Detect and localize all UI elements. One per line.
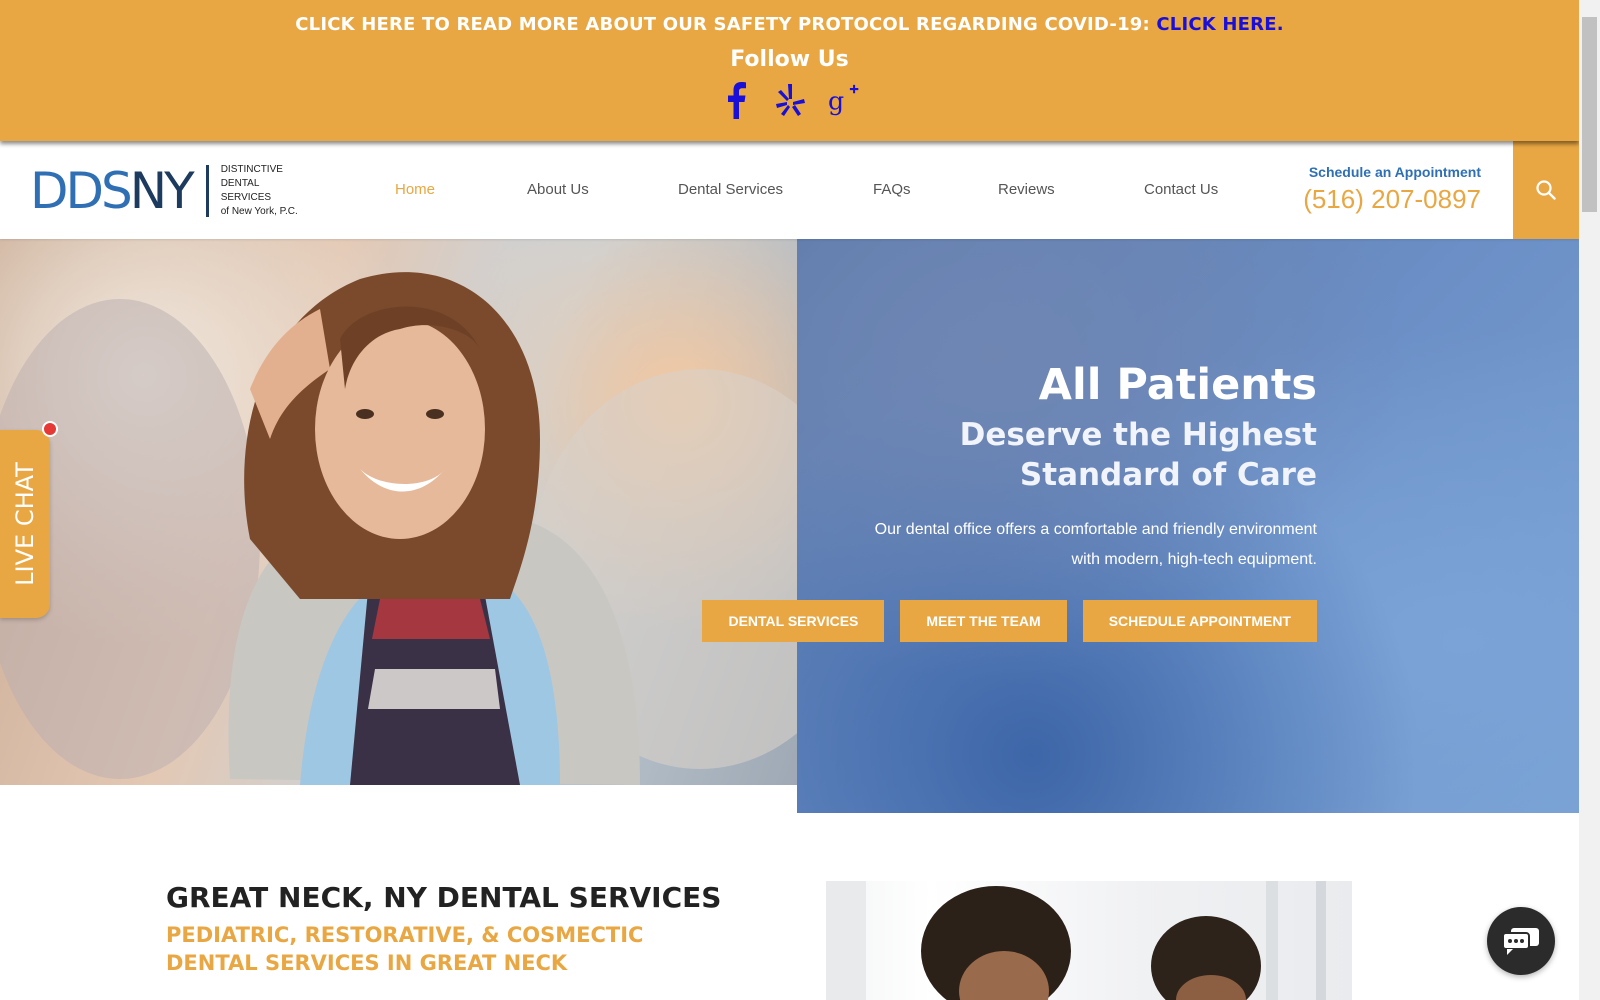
- page-scrollbar[interactable]: [1579, 0, 1600, 1000]
- appointment-block: Schedule an Appointment (516) 207-0897: [1303, 164, 1481, 215]
- section-title: GREAT NECK, NY DENTAL SERVICES: [166, 881, 722, 914]
- logo-dds: DDS: [30, 162, 133, 220]
- logo-tagline: DISTINCTIVE DENTAL SERVICES of New York,…: [221, 163, 298, 219]
- logo-ny: NY: [129, 162, 195, 220]
- hero-description-line: Our dental office offers a comfortable a…: [874, 521, 1317, 538]
- social-links: g: [0, 80, 1579, 120]
- phone-number[interactable]: (516) 207-0897: [1303, 184, 1481, 215]
- facebook-icon[interactable]: [720, 80, 752, 120]
- nav-home[interactable]: Home: [395, 181, 435, 198]
- logo-tagline-line: SERVICES: [220, 192, 272, 203]
- logo-divider: [205, 165, 209, 217]
- section-subtitle-line: PEDIATRIC, RESTORATIVE, & COSMECTIC: [166, 923, 644, 947]
- svg-text:g: g: [828, 86, 844, 115]
- covid-notice: CLICK HERE TO READ MORE ABOUT OUR SAFETY…: [0, 14, 1579, 35]
- section-photo: [826, 881, 1352, 1000]
- chat-icon: [1502, 928, 1539, 955]
- scrollbar-thumb[interactable]: [1582, 17, 1597, 212]
- chat-widget-button[interactable]: [1487, 907, 1555, 975]
- schedule-appointment-button[interactable]: SCHEDULE APPOINTMENT: [1082, 600, 1317, 642]
- covid-banner: CLICK HERE TO READ MORE ABOUT OUR SAFETY…: [0, 0, 1579, 141]
- follow-us-heading: Follow Us: [730, 47, 849, 72]
- meet-the-team-button[interactable]: MEET THE TEAM: [900, 600, 1067, 642]
- google-plus-icon[interactable]: g: [828, 80, 860, 120]
- logo-tagline-line: DISTINCTIVE: [220, 164, 283, 175]
- search-button[interactable]: [1513, 141, 1579, 239]
- hero-description-line: with modern, high-tech equipment.: [1071, 551, 1317, 568]
- hero-subtitle-line: Deserve the Highest: [959, 417, 1317, 453]
- schedule-appointment-link[interactable]: Schedule an Appointment: [1303, 164, 1481, 180]
- nav-contact-us[interactable]: Contact Us: [1144, 181, 1218, 198]
- site-logo[interactable]: DDS NY DISTINCTIVE DENTAL SERVICES of Ne…: [30, 163, 298, 219]
- section-subtitle-line: DENTAL SERVICES IN GREAT NECK: [166, 951, 568, 975]
- logo-tagline-line: of New York, P.C.: [220, 206, 298, 217]
- hero-photo: [0, 239, 797, 785]
- section-subtitle: PEDIATRIC, RESTORATIVE, & COSMECTIC DENT…: [166, 921, 726, 977]
- yelp-icon[interactable]: [774, 80, 806, 120]
- nav-dental-services[interactable]: Dental Services: [678, 181, 783, 198]
- nav-faqs[interactable]: FAQs: [873, 181, 911, 198]
- services-section: GREAT NECK, NY DENTAL SERVICES PEDIATRIC…: [0, 813, 1579, 1000]
- dental-services-button[interactable]: DENTAL SERVICES: [702, 600, 885, 642]
- hero-buttons: DENTAL SERVICES MEET THE TEAM SCHEDULE A…: [702, 600, 1317, 642]
- hero-title: All Patients: [1038, 360, 1317, 410]
- page: CLICK HERE TO READ MORE ABOUT OUR SAFETY…: [0, 0, 1600, 1000]
- covid-notice-text: CLICK HERE TO READ MORE ABOUT OUR SAFETY…: [295, 14, 1157, 35]
- site-header: DDS NY DISTINCTIVE DENTAL SERVICES of Ne…: [0, 141, 1579, 239]
- live-chat-close-badge[interactable]: [42, 421, 58, 437]
- covid-click-here-link[interactable]: CLICK HERE.: [1156, 14, 1283, 35]
- live-chat-label: LIVE CHAT: [11, 462, 39, 586]
- nav-about-us[interactable]: About Us: [527, 181, 589, 198]
- search-icon: [1536, 180, 1556, 200]
- logo-tagline-line: DENTAL: [220, 178, 260, 189]
- live-chat-tab[interactable]: LIVE CHAT: [0, 430, 50, 618]
- hero-section: All Patients Deserve the Highest Standar…: [0, 239, 1579, 813]
- nav-reviews[interactable]: Reviews: [998, 181, 1055, 198]
- hero-subtitle-line: Standard of Care: [1019, 457, 1317, 493]
- hero-text: All Patients Deserve the Highest Standar…: [875, 359, 1317, 575]
